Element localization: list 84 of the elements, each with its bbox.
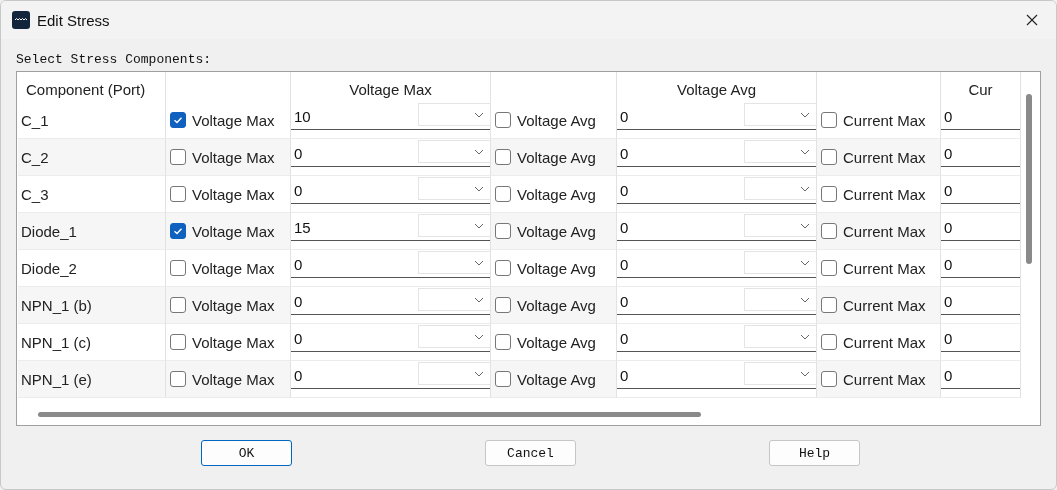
caret-icon (800, 222, 810, 229)
dialog-button[interactable]: Cancel (485, 440, 576, 466)
window-title: Edit Stress (37, 11, 110, 29)
checkbox-label: Voltage Avg (517, 333, 596, 351)
checkbox-label: Voltage Avg (517, 370, 596, 388)
checkbox[interactable] (821, 112, 837, 128)
caret-icon (474, 333, 484, 340)
checkbox-label: Voltage Avg (517, 148, 596, 166)
caret-icon (800, 148, 810, 155)
caret-icon (474, 296, 484, 303)
table-cell: C_2 (21, 148, 49, 166)
checkbox[interactable] (170, 260, 186, 276)
checkbox-label: Current Max (843, 148, 926, 166)
checkbox[interactable] (821, 371, 837, 387)
checkbox-label: Voltage Avg (517, 111, 596, 129)
checkbox[interactable] (170, 297, 186, 313)
checkbox[interactable] (170, 371, 186, 387)
checkbox[interactable] (170, 112, 186, 128)
checkbox-label: Voltage Avg (517, 222, 596, 240)
caret-icon (800, 111, 810, 118)
vertical-scrollbar[interactable] (1026, 94, 1032, 264)
caret-icon (474, 185, 484, 192)
checkbox[interactable] (495, 334, 511, 350)
checkbox[interactable] (495, 260, 511, 276)
caret-icon (800, 185, 810, 192)
checkbox-label: Voltage Max (192, 222, 275, 240)
caret-icon (474, 370, 484, 377)
checkbox[interactable] (821, 260, 837, 276)
table-cell: C_3 (21, 185, 49, 203)
checkbox[interactable] (495, 371, 511, 387)
checkbox-label: Current Max (843, 222, 926, 240)
checkbox-label: Voltage Max (192, 259, 275, 277)
app-icon (12, 11, 30, 29)
column-header: Cur (968, 81, 993, 98)
checkbox[interactable] (170, 334, 186, 350)
caret-icon (474, 148, 484, 155)
column-header: Component (Port) (26, 81, 146, 98)
checkbox-label: Current Max (843, 111, 926, 129)
caret-icon (474, 259, 484, 266)
dialog-button[interactable]: Help (769, 440, 860, 466)
checkbox-label: Voltage Max (192, 333, 275, 351)
table-cell: NPN_1 (e) (21, 370, 92, 388)
checkbox-label: Voltage Max (192, 148, 275, 166)
checkbox-label: Current Max (843, 259, 926, 277)
checkbox-label: Voltage Avg (517, 185, 596, 203)
checkbox-label: Voltage Max (192, 185, 275, 203)
caret-icon (800, 333, 810, 340)
column-header: Voltage Max (349, 81, 432, 98)
checkbox[interactable] (170, 186, 186, 202)
caret-icon (474, 222, 484, 229)
checkbox-label: Voltage Max (192, 111, 275, 129)
caret-icon (800, 259, 810, 266)
caret-icon (800, 296, 810, 303)
checkbox-label: Current Max (843, 185, 926, 203)
checkbox-label: Voltage Avg (517, 259, 596, 277)
dialog-button[interactable]: OK (201, 440, 292, 466)
table-cell: NPN_1 (c) (21, 333, 91, 351)
column-header: Voltage Avg (677, 81, 756, 98)
checkbox[interactable] (821, 334, 837, 350)
checkbox[interactable] (495, 112, 511, 128)
checkbox[interactable] (170, 223, 186, 239)
checkbox[interactable] (821, 149, 837, 165)
checkbox[interactable] (495, 223, 511, 239)
checkbox-label: Voltage Max (192, 296, 275, 314)
checkbox[interactable] (495, 297, 511, 313)
checkbox-label: Current Max (843, 333, 926, 351)
caret-icon (800, 370, 810, 377)
table-cell: C_1 (21, 111, 49, 129)
checkbox[interactable] (495, 186, 511, 202)
checkbox[interactable] (821, 297, 837, 313)
checkbox-label: Voltage Avg (517, 296, 596, 314)
checkbox[interactable] (495, 149, 511, 165)
checkbox-label: Voltage Max (192, 370, 275, 388)
section-label: Select Stress Components: (16, 51, 213, 69)
checkbox[interactable] (821, 186, 837, 202)
caret-icon (474, 111, 484, 118)
table-cell: NPN_1 (b) (21, 296, 92, 314)
table-cell: Diode_2 (21, 259, 77, 277)
horizontal-scrollbar[interactable] (38, 412, 701, 417)
checkbox[interactable] (821, 223, 837, 239)
checkbox-label: Current Max (843, 370, 926, 388)
checkbox[interactable] (170, 149, 186, 165)
table-cell: Diode_1 (21, 222, 77, 240)
checkbox-label: Current Max (843, 296, 926, 314)
